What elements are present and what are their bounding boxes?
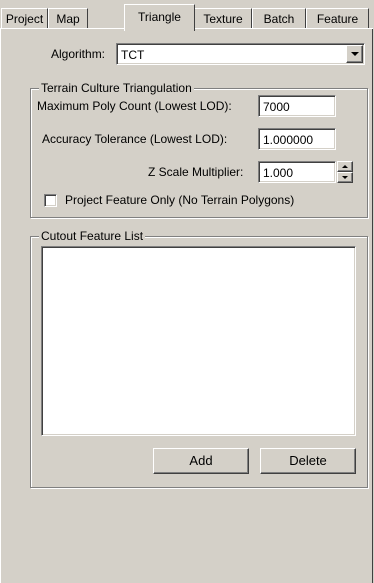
zscale-spin-down-button[interactable] bbox=[337, 172, 353, 183]
tab-triangle[interactable]: Triangle bbox=[124, 4, 195, 31]
algorithm-select[interactable]: TCT bbox=[116, 43, 365, 65]
algorithm-label: Algorithm: bbox=[51, 47, 106, 61]
zscale-input[interactable]: 1.000 bbox=[258, 161, 336, 183]
zscale-spin-up-button[interactable] bbox=[337, 161, 353, 172]
accuracy-label: Accuracy Tolerance (Lowest LOD): bbox=[42, 132, 228, 146]
panel-border-left bbox=[0, 29, 1, 583]
tab-project[interactable]: Project bbox=[1, 8, 48, 28]
cutout-feature-list[interactable] bbox=[41, 246, 356, 436]
chevron-down-icon bbox=[351, 52, 359, 56]
tab-feature[interactable]: Feature bbox=[306, 8, 369, 28]
add-button[interactable]: Add bbox=[153, 448, 249, 474]
accuracy-input[interactable]: 1.000000 bbox=[258, 128, 336, 150]
terrain-culture-group-title: Terrain Culture Triangulation bbox=[39, 80, 194, 96]
zscale-label: Z Scale Multiplier: bbox=[148, 165, 244, 179]
max-poly-label: Maximum Poly Count (Lowest LOD): bbox=[37, 99, 232, 113]
algorithm-value: TCT bbox=[121, 48, 145, 62]
max-poly-value: 7000 bbox=[263, 100, 290, 114]
cutout-feature-group-title: Cutout Feature List bbox=[39, 228, 146, 244]
tab-texture[interactable]: Texture bbox=[194, 8, 252, 28]
max-poly-input[interactable]: 7000 bbox=[258, 95, 336, 117]
spin-up-icon bbox=[342, 165, 348, 168]
project-feature-label[interactable]: Project Feature Only (No Terrain Polygon… bbox=[65, 191, 294, 209]
tab-map[interactable]: Map bbox=[48, 8, 88, 28]
tab-batch[interactable]: Batch bbox=[252, 8, 306, 28]
delete-button[interactable]: Delete bbox=[260, 448, 356, 474]
tab-strip: Project Map Triangle Texture Batch Featu… bbox=[0, 0, 374, 31]
spin-down-icon bbox=[342, 176, 348, 179]
accuracy-value: 1.000000 bbox=[263, 133, 314, 147]
project-feature-checkbox[interactable] bbox=[44, 194, 57, 207]
algorithm-dropdown-button[interactable] bbox=[346, 45, 363, 63]
panel-border-right bbox=[372, 29, 373, 583]
zscale-value: 1.000 bbox=[263, 166, 294, 180]
